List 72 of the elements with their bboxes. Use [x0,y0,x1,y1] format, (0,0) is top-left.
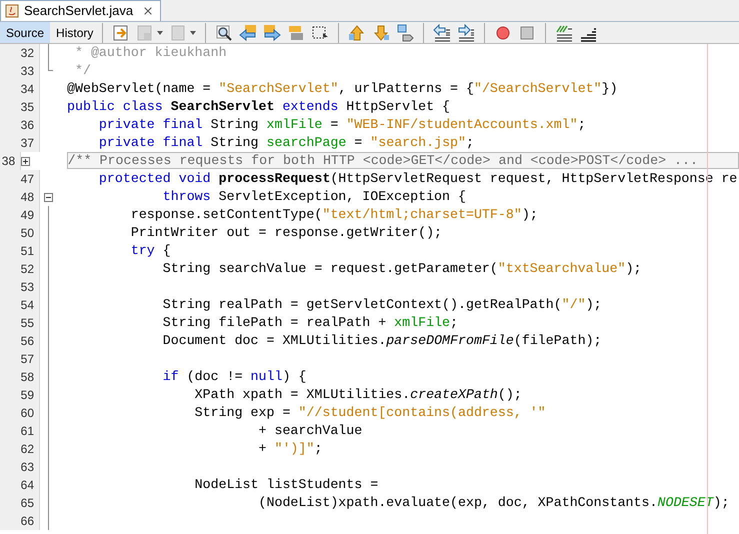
line-number: 59 [20,389,34,401]
code-line: Document doc = XMLUtilities.parseDOMFromFile(filePath); [162,332,602,350]
file-tab[interactable]: SearchServlet.java [0,0,162,21]
code-line: public class SearchServlet extends HttpServlet { [67,98,450,116]
line-number: 63 [20,461,34,473]
view-tab[interactable]: Source [0,22,50,43]
shift-right-icon[interactable] [457,24,476,42]
code-line: protected void processRequest(HttpServletRequest request, HttpServletResponse re [98,170,738,188]
line-number: 34 [20,83,34,95]
line-number: 49 [20,209,34,221]
line-number: 35 [20,101,34,113]
code-line: PrintWriter out = response.getWriter(); [130,224,442,242]
line-number: 64 [20,479,34,491]
expand-fold-icon[interactable] [21,156,30,166]
code-line: private final String searchPage = "search.jsp"; [98,134,474,152]
code-line: NodeList listStudents = [194,476,378,494]
arrow-up-icon[interactable] [348,24,366,42]
line-number: 57 [20,353,34,365]
code-line: response.setContentType("text/html;charset=UTF-8"); [130,206,538,224]
line-number: 33 [20,65,34,77]
check-lines-icon[interactable] [555,24,574,42]
selection-icon[interactable] [311,24,330,42]
code-line: + searchValue [258,422,362,440]
shift-left-icon[interactable] [433,24,452,42]
line-number: 65 [20,497,34,509]
line-number: 56 [20,335,34,347]
code-line: */ [74,62,91,80]
code-line: + "')]"; [258,440,322,458]
code-line: try { [130,242,171,260]
stop-icon[interactable] [518,24,536,42]
code-line: private final String xmlFile = "WEB-INF/studentAccounts.xml"; [98,116,586,134]
close-icon[interactable] [142,5,154,17]
arrow-right-icon[interactable] [263,24,282,42]
shapes-icon[interactable] [396,24,414,42]
line-number: 36 [20,119,34,131]
line-number: 53 [20,281,34,293]
line-number: 47 [20,173,34,185]
record-icon[interactable] [494,24,512,42]
code-line: @WebServlet(name = "SearchServlet", urlPatterns = {"/SearchServlet"}) [67,80,618,98]
search-icon[interactable] [215,24,234,42]
line-number: 51 [20,245,34,257]
line-number: 66 [20,515,34,527]
code-line: String searchValue = request.getParameter("txtSearchvalue"); [162,260,642,278]
file-tab-title: SearchServlet.java [24,2,134,20]
collapse-fold-icon[interactable] [44,192,53,202]
line-number: 58 [20,371,34,383]
line-number: 38 [2,155,16,167]
java-file-icon [5,4,19,18]
code-line: String exp = "//student[contains(address, '" [194,404,546,422]
line-number: 50 [20,227,34,239]
arrow-left-icon[interactable] [239,24,258,42]
line-number: 48 [20,191,34,203]
line-number: 52 [20,263,34,275]
code-line: XPath xpath = XMLUtilities.createXPath(); [194,386,522,404]
view-tab[interactable]: History [50,22,100,43]
line-number: 54 [20,299,34,311]
line-number: 55 [20,317,34,329]
caret-icon[interactable] [157,30,164,34]
arrow-down-icon[interactable] [372,24,390,42]
code-line: throws ServletException, IOException { [162,188,466,206]
code-line: (NodeList)xpath.evaluate(exp, doc, XPathConstants.NODESET); [258,494,730,512]
line-number: 32 [20,47,34,59]
line-number: 37 [20,137,34,149]
caret-icon[interactable] [190,30,196,34]
line-number: 61 [20,425,34,437]
code-line: if (doc != null) { [162,368,306,386]
code-line: String filePath = realPath + xmlFile; [162,314,458,332]
code-line: * @author kieukhanh [74,44,227,62]
back-to-source-icon[interactable] [112,24,130,42]
line-number: 60 [20,407,34,419]
line-number: 62 [20,443,34,455]
code-line: String realPath = getServletContext().getRealPath("/"); [162,296,602,314]
